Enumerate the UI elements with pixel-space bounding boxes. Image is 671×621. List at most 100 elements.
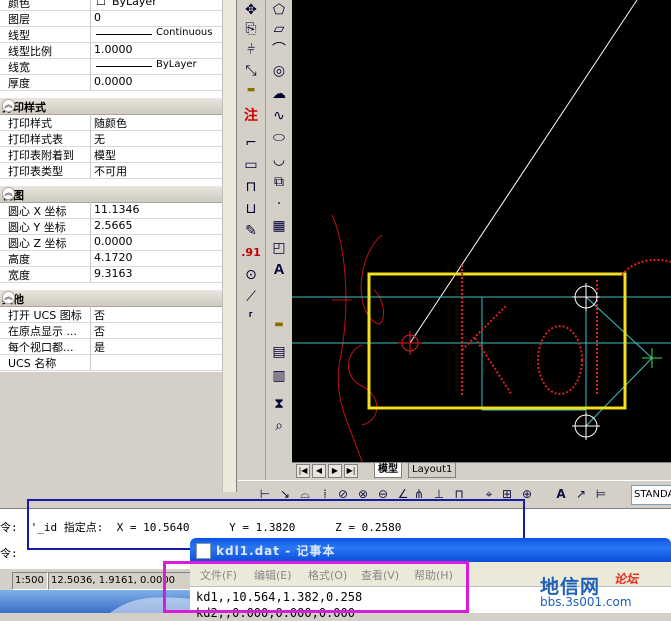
annotation-text-icon[interactable]: 注 <box>240 106 262 126</box>
property-row[interactable]: 打印样式 随颜色 <box>0 114 222 131</box>
property-row[interactable]: 圆心 Z 坐标 0.0000 <box>0 234 222 251</box>
properties-icon[interactable]: ⧗ <box>268 394 290 414</box>
property-row[interactable]: 每个视口都... 是 <box>0 338 222 355</box>
property-key: 线型 <box>8 29 30 42</box>
osnap-markers <box>398 283 600 440</box>
property-key: 打印样式表 <box>8 133 63 146</box>
property-row[interactable]: 打印样式表 无 <box>0 130 222 147</box>
text-icon[interactable]: A <box>268 260 290 280</box>
collapse-icon[interactable]: ︽ <box>2 291 15 304</box>
property-row-linetype-scale[interactable]: 线型比例 1.0000 <box>0 42 222 59</box>
property-value: 1.0000 <box>94 43 133 56</box>
property-value: 模型 <box>94 149 116 162</box>
point-draw-icon[interactable]: · <box>268 194 290 214</box>
property-key: 打印样式 <box>8 117 52 130</box>
dim-icon[interactable]: ⸢ <box>240 309 262 329</box>
layer-icon[interactable]: ▤ <box>268 342 290 362</box>
dim-style-select[interactable]: STANDARD <box>631 485 671 505</box>
leader-line <box>409 0 638 344</box>
property-key: 打印表类型 <box>8 165 63 178</box>
dim-update-icon[interactable]: ↗ <box>572 485 590 503</box>
scale-icon[interactable]: ⤡ <box>240 61 262 81</box>
tool-column-draw: ⬠ ▱ ⌒ ◎ ☁ ∿ ⬭ ◡ ⧉ · ▦ ◰ A ▬ ▤ ▥ ⧗ ⌕ <box>265 0 292 480</box>
property-row[interactable]: 圆心 Y 坐标 2.5665 <box>0 218 222 235</box>
dim-style-icon[interactable]: ⊨ <box>592 485 610 503</box>
properties-scrollbar[interactable] <box>222 0 236 492</box>
command-prompt: 令: <box>0 547 18 560</box>
notepad-titlebar[interactable]: kdl1.dat - 记事本 <box>190 538 671 562</box>
scale-readout[interactable]: 1:500 <box>12 572 48 590</box>
sketch-stroke <box>331 214 363 462</box>
polygon-icon[interactable]: ⬠ <box>268 0 290 20</box>
stretch-icon[interactable]: ⊓ <box>240 177 262 197</box>
property-row[interactable]: 打印表附着到 模型 <box>0 146 222 163</box>
zoom-icon[interactable]: ⌕ <box>268 416 290 436</box>
drawing-svg <box>292 0 671 462</box>
ellipse-icon[interactable]: ⬭ <box>268 128 290 148</box>
property-key: 线宽 <box>8 61 30 74</box>
table-icon[interactable]: ▥ <box>268 366 290 386</box>
property-row[interactable]: 打开 UCS 图标 否 <box>0 306 222 323</box>
rectangle-draw-icon[interactable]: ▱ <box>268 19 290 39</box>
trim-icon[interactable]: ⊔ <box>240 199 262 219</box>
mirror-icon[interactable]: ⫩ <box>240 40 262 60</box>
property-value: 是 <box>94 341 105 354</box>
sketch-stroke <box>360 234 384 324</box>
ruler-icon[interactable]: ▬ <box>240 86 262 95</box>
tab-layout1[interactable]: Layout1 <box>408 463 457 478</box>
property-row[interactable]: 宽度 9.3163 <box>0 266 222 283</box>
insert-icon[interactable]: .91 <box>240 243 262 263</box>
ellipse-arc-icon[interactable]: ◡ <box>268 150 290 170</box>
move-icon[interactable]: ✥ <box>240 0 262 20</box>
drawing-canvas[interactable]: kd <box>292 0 671 462</box>
layout-tab-bar: |◀ ◀ ▶ ▶| 模型 Layout1 <box>292 462 671 479</box>
section-header-view[interactable]: 视图 ︽ <box>0 185 222 203</box>
next-tab-icon[interactable]: ▶ <box>328 464 342 478</box>
write-icon[interactable]: ✎ <box>240 221 262 241</box>
property-value: ByLayer <box>156 59 197 70</box>
property-row[interactable]: 打印表类型 不可用 <box>0 162 222 179</box>
property-row[interactable]: 在原点显示 ... 否 <box>0 322 222 339</box>
spline-icon[interactable]: ∿ <box>268 106 290 126</box>
copy-icon[interactable]: ⎘ <box>240 19 262 39</box>
property-row-lineweight[interactable]: 线宽 ByLayer <box>0 58 222 75</box>
property-value: 否 <box>94 309 105 322</box>
property-row-thickness[interactable]: 厚度 0.0000 <box>0 74 222 91</box>
hatch-icon[interactable]: ▦ <box>268 216 290 236</box>
property-row[interactable]: 高度 4.1720 <box>0 250 222 267</box>
point-icon[interactable]: ⊙ <box>240 265 262 285</box>
property-key: 圆心 X 坐标 <box>8 205 67 218</box>
prev-tab-icon[interactable]: ◀ <box>312 464 326 478</box>
property-row[interactable]: 圆心 X 坐标 11.1346 <box>0 202 222 219</box>
property-row-layer[interactable]: 图层 0 <box>0 10 222 27</box>
circle-icon[interactable]: ◎ <box>268 61 290 81</box>
arc-icon[interactable]: ⌒ <box>268 40 290 60</box>
revcloud-icon[interactable]: ☁ <box>268 84 290 104</box>
text-glyph-kd <box>461 258 671 396</box>
panel-empty-area <box>0 372 222 492</box>
property-key: 打开 UCS 图标 <box>8 309 82 322</box>
property-value: Continuous <box>156 27 213 38</box>
collapse-icon[interactable]: ︽ <box>2 99 15 112</box>
lineweight-sample-icon <box>96 66 152 67</box>
rectangle-icon[interactable]: ⌐ <box>240 133 262 153</box>
collapse-icon[interactable]: ︽ <box>2 187 15 200</box>
watermark-forum: 论坛 <box>614 572 639 586</box>
property-value: 随颜色 <box>94 117 127 130</box>
rect2-icon[interactable]: ▭ <box>240 155 262 175</box>
block-icon[interactable]: ⧉ <box>268 172 290 192</box>
section-header-misc[interactable]: 其他 ︽ <box>0 289 222 307</box>
property-value: 0 <box>94 11 101 24</box>
property-row[interactable]: UCS 名称 <box>0 354 222 371</box>
property-key: 线型比例 <box>8 45 52 58</box>
tab-model[interactable]: 模型 <box>374 463 402 478</box>
highlight-box-notepad <box>163 561 469 613</box>
first-tab-icon[interactable]: |◀ <box>296 464 310 478</box>
section-header-print-style[interactable]: 打印样式 ︽ <box>0 97 222 115</box>
dim-text-icon[interactable]: A <box>552 485 570 503</box>
region-icon[interactable]: ◰ <box>268 238 290 258</box>
property-row-linetype[interactable]: 线型 Continuous <box>0 26 222 43</box>
last-tab-icon[interactable]: ▶| <box>344 464 358 478</box>
line-icon[interactable]: ⟋ <box>240 287 262 307</box>
ruler-icon[interactable]: ▬ <box>268 320 290 330</box>
